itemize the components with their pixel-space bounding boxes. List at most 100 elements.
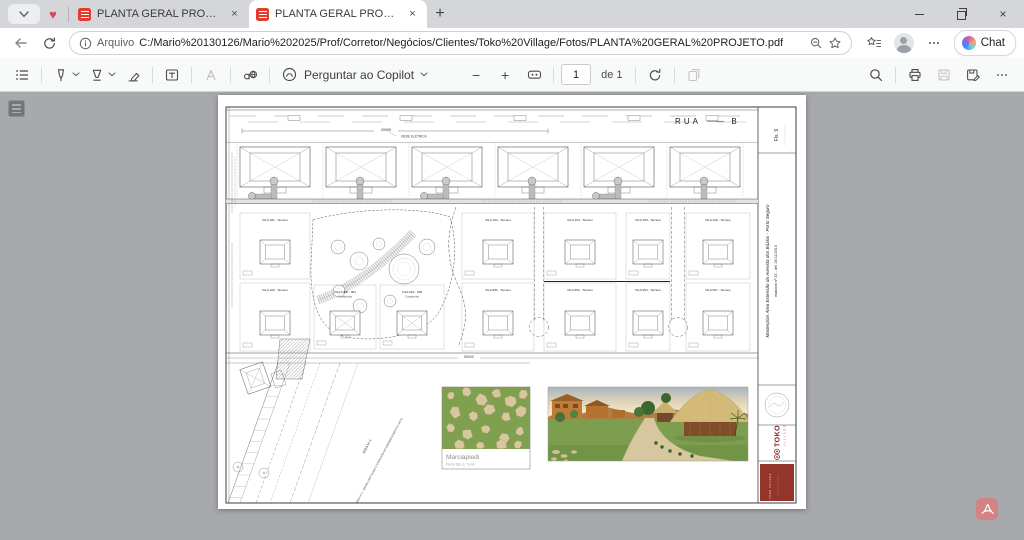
browser-window: ♥ PLANTA GERAL PROJETO.pdf × PLANTA GERA…	[0, 0, 1024, 540]
print-button[interactable]	[903, 63, 927, 87]
pdf-favicon	[78, 8, 91, 21]
svg-text:VILA 105 - Terreno: VILA 105 - Terreno	[635, 218, 661, 222]
zoom-in-button[interactable]: +	[493, 63, 517, 87]
rotate-button[interactable]	[643, 63, 667, 87]
svg-text:Fls. 9: Fls. 9	[774, 129, 780, 141]
copilot-icon	[281, 66, 298, 83]
minimize-button[interactable]	[898, 0, 940, 28]
render-image	[548, 387, 750, 463]
acrobat-icon	[980, 502, 995, 517]
ellipsis-icon	[927, 36, 941, 50]
svg-text:VILA 952 - Terreno: VILA 952 - Terreno	[567, 288, 593, 292]
highlighter-button[interactable]	[85, 63, 109, 87]
refresh-icon	[42, 36, 57, 51]
pdf-page: RUAB20905REDE ELÉTRICAVILA 101 - Terreno…	[218, 95, 806, 509]
info-icon[interactable]	[79, 37, 92, 50]
toolbar-divider	[41, 67, 42, 83]
heart-icon: ♥	[49, 8, 57, 21]
page-view-button-disabled[interactable]	[682, 63, 706, 87]
tab-bar: ♥ PLANTA GERAL PROJETO.pdf × PLANTA GERA…	[0, 0, 1024, 28]
search-document-button[interactable]	[864, 63, 888, 87]
copilot-label: Perguntar ao Copilot	[304, 68, 414, 82]
toolbar-divider	[674, 67, 675, 83]
svg-text:Construída: Construída	[338, 294, 352, 298]
save-as-button[interactable]	[961, 63, 985, 87]
svg-text:TOKO VILLAGE: TOKO VILLAGE	[768, 473, 772, 499]
copilot-chat-button[interactable]: Chat	[954, 30, 1016, 56]
toolbar-divider	[895, 67, 896, 83]
close-button[interactable]: ×	[982, 0, 1024, 28]
minimize-icon	[915, 14, 924, 15]
svg-text:50000: 50000	[464, 355, 474, 359]
tab-1[interactable]: PLANTA GERAL PROJETO.pdf ×	[71, 0, 249, 28]
svg-text:VILA 103 - Terreno: VILA 103 - Terreno	[485, 218, 511, 222]
draw-pen-dropdown[interactable]	[72, 72, 80, 77]
highlighter-dropdown[interactable]	[108, 72, 116, 77]
url-scheme-label: Arquivo	[97, 37, 134, 49]
browser-menu-button[interactable]	[921, 31, 947, 55]
url-field[interactable]: Arquivo C:/Mario%20130126/Mario%202025/P…	[69, 31, 852, 55]
svg-text:B: B	[731, 117, 736, 126]
pdf-toolbar-right	[864, 63, 1014, 87]
window-controls: ×	[898, 0, 1024, 28]
add-text-button[interactable]	[160, 63, 184, 87]
tab-search-button[interactable]	[8, 4, 40, 24]
tab-2-active[interactable]: PLANTA GERAL PROJETO.pdf ×	[249, 0, 427, 28]
tab-close-button[interactable]: ×	[405, 7, 420, 22]
refresh-button[interactable]	[36, 31, 62, 55]
toolbar-divider	[635, 67, 636, 83]
zoom-level-icon[interactable]	[809, 36, 823, 50]
restore-icon	[957, 11, 966, 20]
svg-text:Pietra tipo S. Tomé: Pietra tipo S. Tomé	[446, 463, 475, 467]
copilot-logo-icon	[962, 36, 976, 50]
toc-button[interactable]	[10, 63, 34, 87]
pinned-tab-heart-icon[interactable]: ♥	[40, 8, 66, 21]
url-text: C:/Mario%20130126/Mario%202025/Prof/Corr…	[139, 37, 783, 49]
favorite-star-icon[interactable]	[828, 36, 842, 50]
svg-text:RUA: RUA	[675, 117, 701, 126]
save-button-disabled[interactable]	[932, 63, 956, 87]
eraser-button[interactable]	[121, 63, 145, 87]
profile-avatar[interactable]	[894, 33, 914, 53]
svg-text:elaborat nº 25 - del 15/12/201: elaborat nº 25 - del 15/12/2010	[774, 245, 778, 297]
browser-actions: Chat	[861, 30, 1016, 56]
tab-title: PLANTA GERAL PROJETO.pdf	[275, 8, 399, 20]
more-options-button[interactable]	[990, 63, 1014, 87]
tab-close-button[interactable]: ×	[227, 7, 242, 22]
svg-text:Marciapiedi: Marciapiedi	[446, 454, 479, 461]
draw-pen-button[interactable]	[49, 63, 73, 87]
acrobat-extension-button[interactable]	[976, 498, 998, 520]
svg-text:VILA 102 - Terreno: VILA 102 - Terreno	[262, 288, 288, 292]
collections-button[interactable]	[861, 31, 887, 55]
translate-button[interactable]	[238, 63, 262, 87]
toolbar-divider	[152, 67, 153, 83]
restore-button[interactable]	[940, 0, 982, 28]
svg-text:Construída: Construída	[405, 294, 419, 298]
new-tab-button[interactable]: +	[427, 1, 453, 27]
svg-text:20905: 20905	[381, 128, 391, 132]
toolbar-divider	[269, 67, 270, 83]
page-count-label: de 1	[601, 69, 622, 81]
copilot-group[interactable]: Perguntar ao Copilot	[277, 66, 432, 83]
back-button[interactable]	[8, 31, 34, 55]
svg-text:VILA 106 - Terreno: VILA 106 - Terreno	[705, 218, 731, 222]
viewer-corner-widget[interactable]	[8, 100, 25, 117]
svg-text:VILA GER - 001: VILA GER - 001	[334, 290, 356, 294]
tab-divider	[68, 7, 69, 22]
zoom-out-button[interactable]: −	[464, 63, 488, 87]
svg-text:ÁREA Nº 1 - IMÓVEL DESTINADO À: ÁREA Nº 1 - IMÓVEL DESTINADO À EXPANSÃO …	[354, 416, 404, 505]
svg-text:Masterplan Área Extensão da Av: Masterplan Área Extensão da Avenida dos …	[764, 204, 770, 337]
svg-text:VILA 957 - Terreno: VILA 957 - Terreno	[705, 288, 731, 292]
chevron-down-icon	[19, 11, 29, 18]
collections-icon	[866, 35, 882, 51]
toolbar-divider	[191, 67, 192, 83]
svg-text:VILA 101 - Terreno: VILA 101 - Terreno	[262, 218, 288, 222]
svg-text:VILA 001 - 002: VILA 001 - 002	[402, 290, 423, 294]
read-aloud-button-disabled[interactable]	[199, 63, 223, 87]
tab-title: PLANTA GERAL PROJETO.pdf	[97, 8, 221, 20]
pdf-favicon	[256, 8, 269, 21]
page-number-input[interactable]	[561, 64, 591, 85]
fit-to-width-button[interactable]	[522, 63, 546, 87]
svg-text:TOKO: TOKO	[775, 425, 782, 447]
pdf-viewport[interactable]: RUAB20905REDE ELÉTRICAVILA 101 - Terreno…	[0, 92, 1024, 540]
